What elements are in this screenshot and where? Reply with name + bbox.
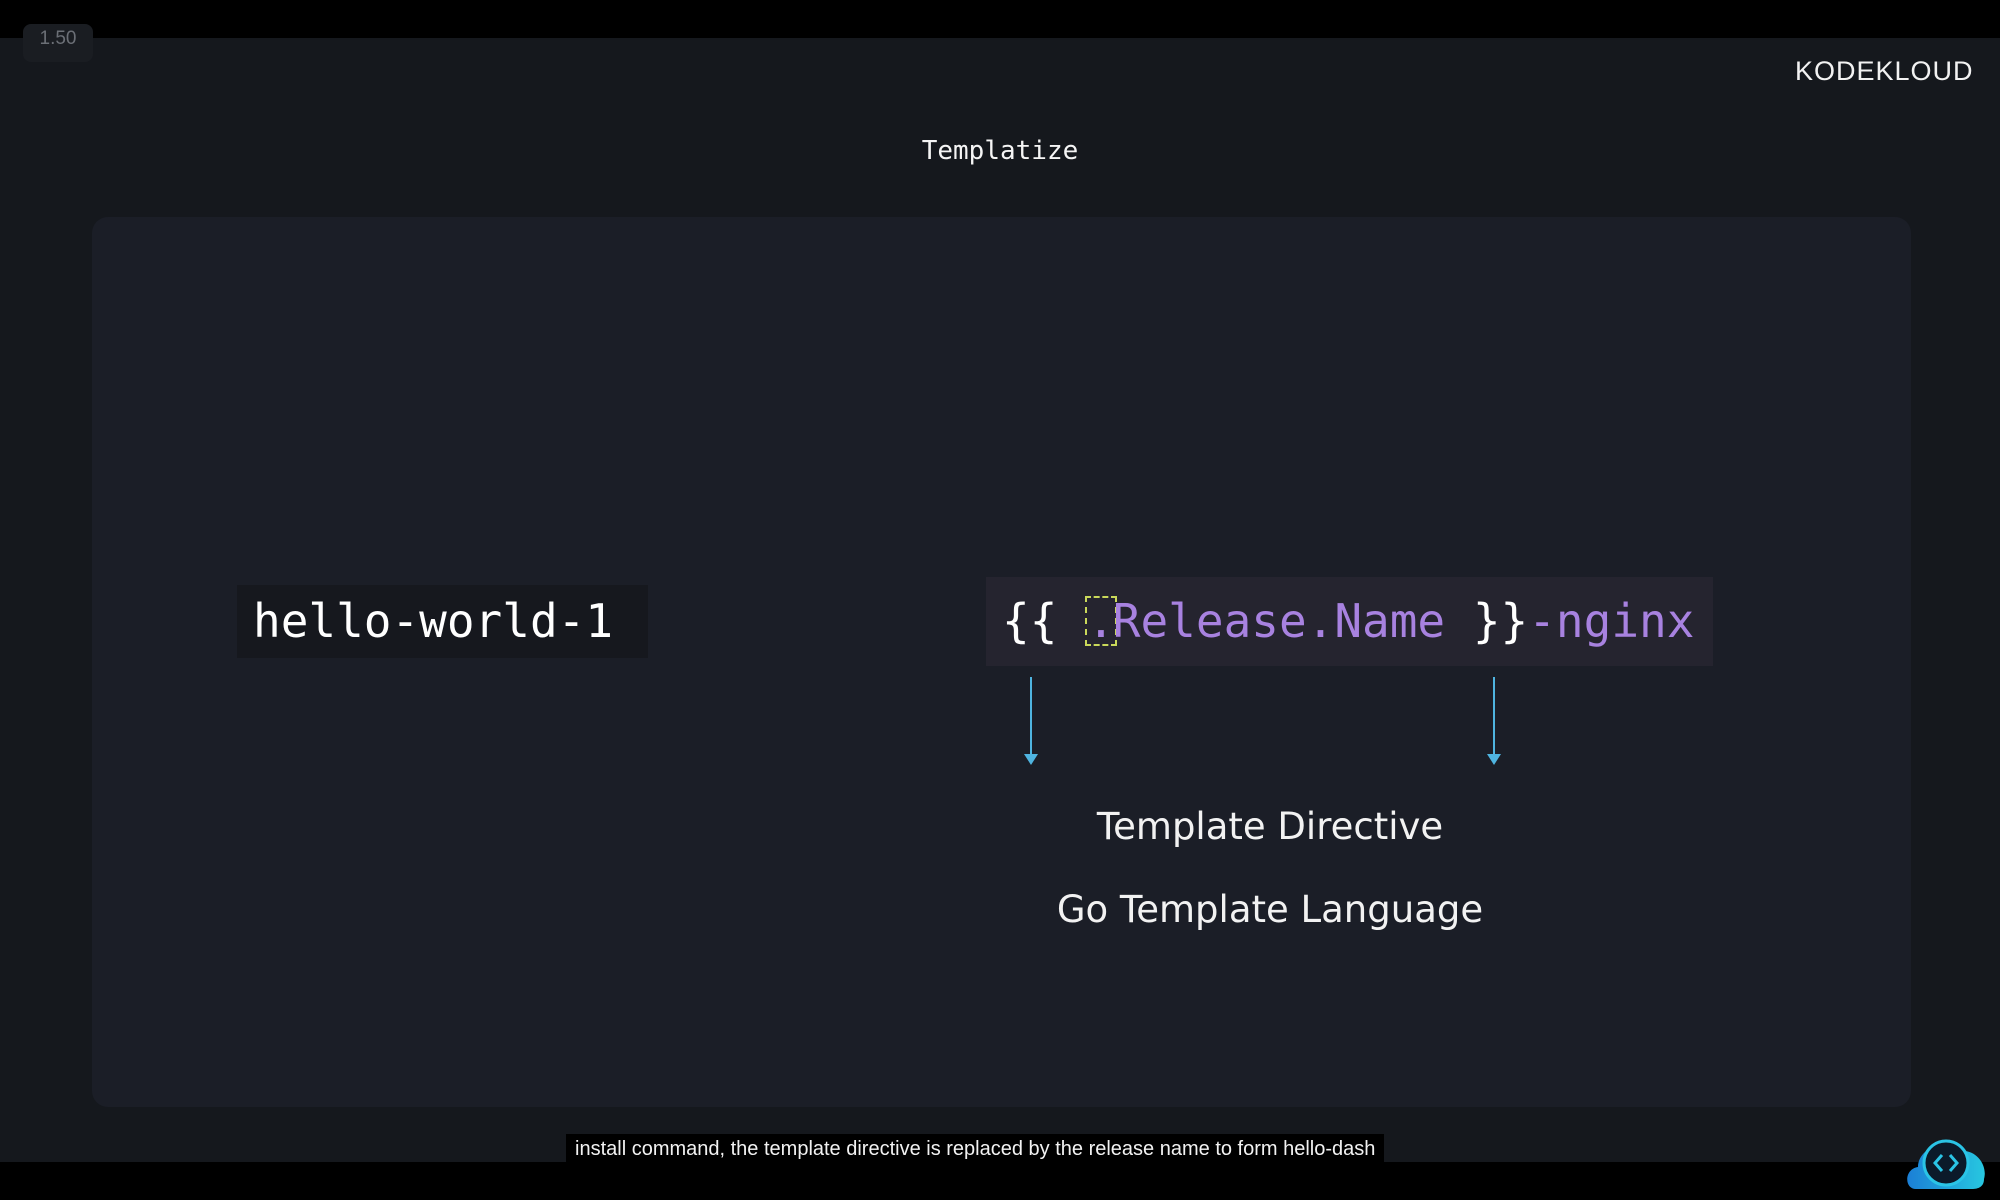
code-cloud-icon[interactable] — [1904, 1135, 1988, 1190]
slide-title: Templatize — [921, 136, 1079, 166]
kodekloud-logo: KODEKLOUD — [1795, 56, 1974, 86]
template-suffix: -nginx — [1528, 594, 1695, 648]
template-code: {{ .Release.Name }}-nginx — [986, 577, 1713, 666]
label-template-directive: Template Directive — [1096, 805, 1444, 848]
template-field: Release.Name — [1112, 594, 1446, 648]
arrow-down-left — [1024, 677, 1038, 765]
template-open: {{ — [1002, 594, 1086, 648]
bottom-letterbox — [0, 1162, 2000, 1200]
playback-speed-badge[interactable]: 1.50 — [23, 24, 93, 62]
label-go-template-language: Go Template Language — [1056, 888, 1484, 931]
subtitle-caption: install command, the template directive … — [566, 1134, 1385, 1165]
template-close: }} — [1445, 594, 1529, 648]
top-letterbox — [0, 0, 2000, 38]
arrow-down-right — [1487, 677, 1501, 765]
release-name-example: hello-world-1 — [237, 585, 648, 658]
